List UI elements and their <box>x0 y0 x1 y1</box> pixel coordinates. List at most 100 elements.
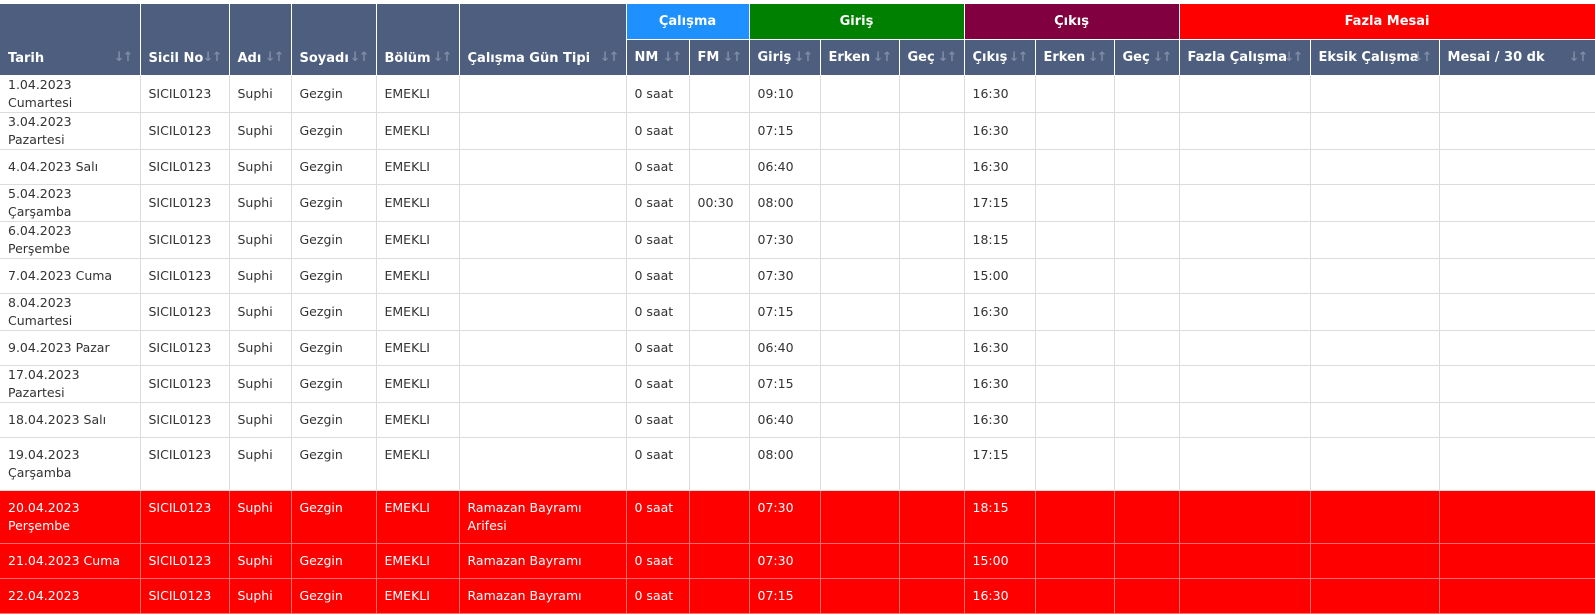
cell-bolum: EMEKLI <box>376 149 460 185</box>
sort-arrows-icon[interactable]: ↓↑ <box>1569 50 1589 65</box>
cell-nm: 0 saat <box>626 365 690 403</box>
col-header-label: Giriş <box>757 49 792 65</box>
cell-fazla-calisma <box>1179 221 1311 259</box>
cell-giris-erken <box>820 75 900 113</box>
cell-nm: 0 saat <box>626 543 690 579</box>
col-header-label: Geç <box>907 49 935 65</box>
col-header-sicil-no[interactable]: Sicil No ↓↑ <box>140 4 230 76</box>
sort-arrows-icon[interactable]: ↓↑ <box>600 50 620 65</box>
cell-cikis-erken <box>1035 221 1115 259</box>
cell-bolum: EMEKLI <box>376 437 460 491</box>
cell-fm <box>689 149 750 185</box>
cell-mesai-30dk <box>1439 330 1595 366</box>
sort-arrows-icon[interactable]: ↓↑ <box>723 50 743 65</box>
sort-arrows-icon[interactable]: ↓↑ <box>1284 50 1304 65</box>
sort-arrows-icon[interactable]: ↓↑ <box>203 50 223 65</box>
cell-cikis: 18:15 <box>964 490 1036 544</box>
table-row[interactable]: 3.04.2023 Pazartesi SICIL0123 Suphi Gezgin E… <box>0 112 1595 150</box>
cell-cikis-gec <box>1114 258 1180 294</box>
col-header-tarih[interactable]: Tarih ↓↑ <box>0 4 141 76</box>
cell-calisma-gun-tipi <box>459 149 627 185</box>
col-header-label: Erken <box>828 49 871 65</box>
col-header-calisma-gun-tipi[interactable]: Çalışma Gün Tipi ↓↑ <box>459 4 627 76</box>
col-header-giris-erken[interactable]: Erken ↓↑ <box>820 39 900 76</box>
col-header-nm[interactable]: NM ↓↑ <box>626 39 690 76</box>
cell-sicil-no: SICIL0123 <box>140 293 230 331</box>
col-header-giris[interactable]: Giriş ↓↑ <box>749 39 821 76</box>
cell-calisma-gun-tipi <box>459 221 627 259</box>
cell-mesai-30dk <box>1439 149 1595 185</box>
cell-nm: 0 saat <box>626 330 690 366</box>
cell-giris-erken <box>820 149 900 185</box>
col-header-fazla-calisma[interactable]: Fazla Çalışma ↓↑ <box>1179 39 1311 76</box>
cell-sicil-no: SICIL0123 <box>140 490 230 544</box>
col-header-soyadi[interactable]: Soyadı ↓↑ <box>291 4 377 76</box>
sort-arrows-icon[interactable]: ↓↑ <box>114 50 134 65</box>
group-header-fazla-mesai: Fazla Mesai <box>1179 4 1595 40</box>
table-row[interactable]: 20.04.2023 Perşembe SICIL0123 Suphi Gezgin E… <box>0 490 1595 544</box>
table-row[interactable]: 1.04.2023 Cumartesi SICIL0123 Suphi Gezgin E… <box>0 75 1595 113</box>
table-row[interactable]: 21.04.2023 Cuma SICIL0123 Suphi Gezgin EMEKL… <box>0 543 1595 579</box>
cell-adi: Suphi <box>229 221 292 259</box>
col-header-mesai-30dk[interactable]: Mesai / 30 dk ↓↑ <box>1439 39 1595 76</box>
col-header-adi[interactable]: Adı ↓↑ <box>229 4 292 76</box>
cell-bolum: EMEKLI <box>376 184 460 222</box>
cell-calisma-gun-tipi <box>459 184 627 222</box>
table-row[interactable]: 18.04.2023 Salı SICIL0123 Suphi Gezgin EMEKL… <box>0 402 1595 438</box>
sort-arrows-icon[interactable]: ↓↑ <box>938 50 958 65</box>
cell-giris-gec <box>899 402 965 438</box>
col-header-eksik-calisma[interactable]: Eksik Çalışma ↓↑ <box>1310 39 1440 76</box>
sort-arrows-icon[interactable]: ↓↑ <box>433 50 453 65</box>
cell-giris: 07:30 <box>749 258 821 294</box>
sort-arrows-icon[interactable]: ↓↑ <box>794 50 814 65</box>
cell-bolum: EMEKLI <box>376 258 460 294</box>
cell-soyadi: Gezgin <box>291 402 377 438</box>
col-header-label: Sicil No <box>148 50 204 66</box>
cell-fazla-calisma <box>1179 184 1311 222</box>
col-header-cikis-erken[interactable]: Erken ↓↑ <box>1035 39 1115 76</box>
table-row[interactable]: 19.04.2023 Çarşamba SICIL0123 Suphi Gezgin E… <box>0 437 1595 491</box>
cell-tarih: 5.04.2023 Çarşamba <box>0 184 141 222</box>
sort-arrows-icon[interactable]: ↓↑ <box>1088 50 1108 65</box>
sort-arrows-icon[interactable]: ↓↑ <box>663 50 683 65</box>
cell-fazla-calisma <box>1179 258 1311 294</box>
cell-fazla-calisma <box>1179 330 1311 366</box>
table-row[interactable]: 22.04.2023 SICIL0123 Suphi Gezgin EMEKLI Rama… <box>0 578 1595 614</box>
table-row[interactable]: 6.04.2023 Perşembe SICIL0123 Suphi Gezgin EM… <box>0 221 1595 259</box>
cell-adi: Suphi <box>229 149 292 185</box>
table-row[interactable]: 5.04.2023 Çarşamba SICIL0123 Suphi Gezgin EM… <box>0 184 1595 222</box>
col-header-label: NM <box>634 49 659 65</box>
table-row[interactable]: 4.04.2023 Salı SICIL0123 Suphi Gezgin EMEKLI… <box>0 149 1595 185</box>
attendance-table: Tarih ↓↑ Sicil No ↓↑ Adı ↓↑ Soyadı ↓↑ Bölüm ↓… <box>0 4 1595 614</box>
cell-nm: 0 saat <box>626 258 690 294</box>
table-row[interactable]: 7.04.2023 Cuma SICIL0123 Suphi Gezgin EMEKLI… <box>0 258 1595 294</box>
table-row[interactable]: 9.04.2023 Pazar SICIL0123 Suphi Gezgin EMEKL… <box>0 330 1595 366</box>
sort-arrows-icon[interactable]: ↓↑ <box>1413 50 1433 65</box>
sort-arrows-icon[interactable]: ↓↑ <box>873 50 893 65</box>
col-header-bolum[interactable]: Bölüm ↓↑ <box>376 4 460 76</box>
col-header-fm[interactable]: FM ↓↑ <box>689 39 750 76</box>
header-group-row: Tarih ↓↑ Sicil No ↓↑ Adı ↓↑ Soyadı ↓↑ Bölüm ↓… <box>0 4 1595 76</box>
cell-fm <box>689 221 750 259</box>
col-header-cikis-gec[interactable]: Geç ↓↑ <box>1114 39 1180 76</box>
cell-soyadi: Gezgin <box>291 149 377 185</box>
cell-eksik-calisma <box>1310 75 1440 113</box>
col-header-label: Erken <box>1043 49 1086 65</box>
cell-cikis-erken <box>1035 293 1115 331</box>
cell-cikis-erken <box>1035 112 1115 150</box>
cell-calisma-gun-tipi <box>459 258 627 294</box>
cell-cikis: 18:15 <box>964 221 1036 259</box>
table-row[interactable]: 17.04.2023 Pazartesi SICIL0123 Suphi Gezgin… <box>0 365 1595 403</box>
sort-arrows-icon[interactable]: ↓↑ <box>1153 50 1173 65</box>
cell-mesai-30dk <box>1439 437 1595 491</box>
cell-mesai-30dk <box>1439 221 1595 259</box>
cell-cikis-gec <box>1114 578 1180 614</box>
sort-arrows-icon[interactable]: ↓↑ <box>265 50 285 65</box>
table-row[interactable]: 8.04.2023 Cumartesi SICIL0123 Suphi Gezgin E… <box>0 293 1595 331</box>
col-header-label: Mesai / 30 dk <box>1447 49 1545 65</box>
sort-arrows-icon[interactable]: ↓↑ <box>350 50 370 65</box>
col-header-cikis[interactable]: Çıkış ↓↑ <box>964 39 1036 76</box>
sort-arrows-icon[interactable]: ↓↑ <box>1009 50 1029 65</box>
col-header-giris-gec[interactable]: Geç ↓↑ <box>899 39 965 76</box>
cell-soyadi: Gezgin <box>291 221 377 259</box>
